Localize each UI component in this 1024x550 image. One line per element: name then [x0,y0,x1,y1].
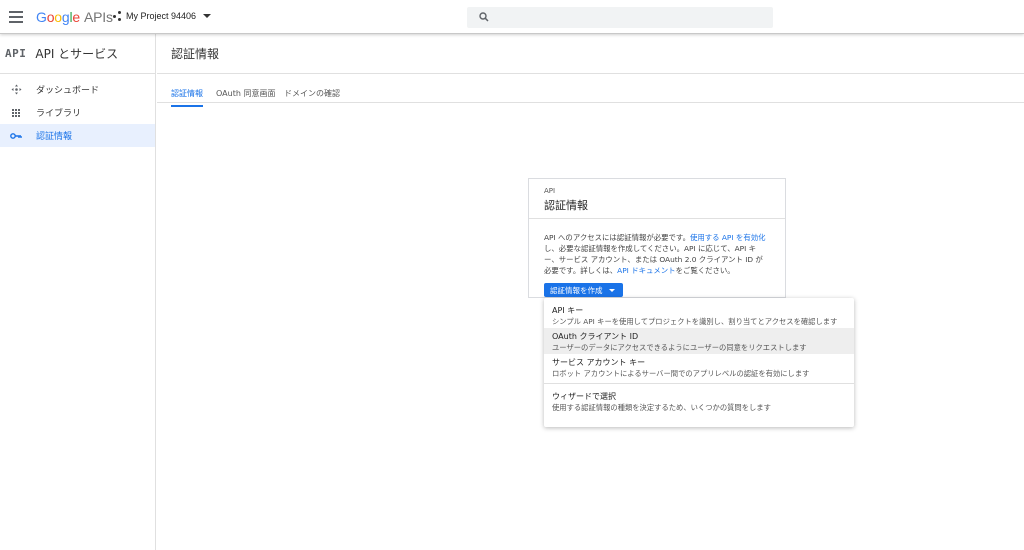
sidebar-title: API とサービス [35,47,119,61]
menu-item-oauth-client-id[interactable]: OAuth クライアント ID ユーザーのデータにアクセスできるようにユーザーの… [544,328,854,354]
sidebar-item-credentials[interactable]: 認証情報 [0,124,155,147]
api-logo: API [5,47,27,60]
menu-item-wizard[interactable]: ウィザードで選択 使用する認証情報の種類を決定するため、いくつかの質問をします [544,388,854,414]
hamburger-menu-icon[interactable] [9,11,23,23]
menu-divider [544,383,854,384]
sidebar-item-dashboard[interactable]: ダッシュボード [0,78,155,101]
menu-item-service-account-key[interactable]: サービス アカウント キー ロボット アカウントによるサーバー間でのアプリレベル… [544,354,854,380]
card-title: 認証情報 [544,199,588,212]
card-subtitle: API [544,187,556,195]
library-icon [10,107,22,119]
enable-api-link[interactable]: 使用する API を有効化 [690,233,766,242]
create-credentials-menu: API キー シンプル API キーを使用してプロジェクトを識別し、割り当てとア… [544,298,854,427]
search-input[interactable] [467,7,773,28]
top-bar: Google APIs My Project 94406 [0,0,1024,34]
key-icon [10,130,22,142]
menu-item-api-key[interactable]: API キー シンプル API キーを使用してプロジェクトを識別し、割り当てとア… [544,302,854,328]
sidebar-item-library[interactable]: ライブラリ [0,101,155,124]
api-docs-link[interactable]: API ドキュメント [617,266,675,275]
sidebar-item-label: ライブラリ [36,109,82,119]
create-credentials-button[interactable]: 認証情報を作成 [544,283,623,297]
tab-bar: 認証情報 OAuth 同意画面 ドメインの確認 [157,74,1024,107]
project-name: My Project 94406 [126,11,197,21]
card-description: API へのアクセスには認証情報が必要です。使用する API を有効化し、必要な… [544,233,766,275]
sidebar-item-label: ダッシュボード [36,86,100,96]
tab-domain-verification[interactable]: ドメインの確認 [284,88,340,105]
sidebar: API API とサービス ダッシュボード ライブラリ 認証情報 [0,34,156,550]
project-selector[interactable]: My Project 94406 [113,11,212,21]
tab-oauth-consent[interactable]: OAuth 同意画面 [216,88,275,105]
sidebar-header: API API とサービス [0,34,155,74]
sidebar-item-label: 認証情報 [36,132,73,142]
credentials-card: API 認証情報 API へのアクセスには認証情報が必要です。使用する API … [528,178,786,298]
search-icon [479,12,489,22]
dashboard-icon [10,84,22,96]
project-icon [113,11,122,21]
chevron-down-icon [608,288,615,292]
tab-credentials[interactable]: 認証情報 [171,88,203,107]
page-title: 認証情報 [157,34,1024,74]
google-apis-logo[interactable]: Google APIs [36,9,113,25]
chevron-down-icon [203,14,212,18]
